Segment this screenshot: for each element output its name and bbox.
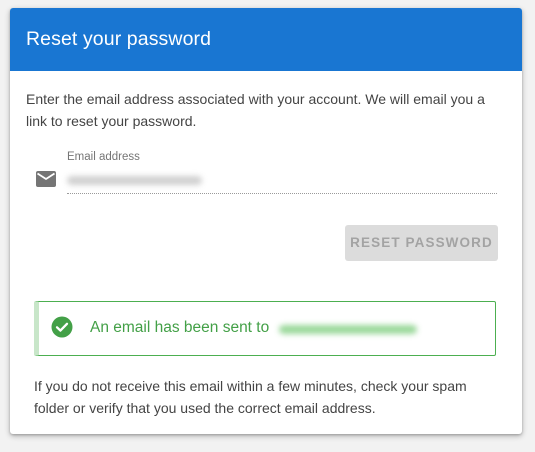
email-field-label: Email address	[67, 151, 140, 163]
reset-password-button[interactable]: RESET PASSWORD	[345, 225, 498, 261]
alert-message: An email has been sent to	[90, 319, 270, 336]
success-alert: An email has been sent to	[34, 301, 496, 356]
intro-text: Enter the email address associated with …	[26, 91, 485, 129]
dialog-title: Reset your password	[26, 28, 212, 50]
email-icon	[35, 169, 57, 189]
check-circle-icon	[51, 316, 73, 338]
dialog-header: Reset your password	[10, 8, 522, 71]
footer-note: If you do not receive this email within …	[34, 378, 467, 416]
reset-password-dialog: Reset your password Enter the email addr…	[10, 8, 522, 434]
redacted-email-value	[67, 176, 202, 185]
redacted-email-in-alert	[279, 325, 417, 334]
